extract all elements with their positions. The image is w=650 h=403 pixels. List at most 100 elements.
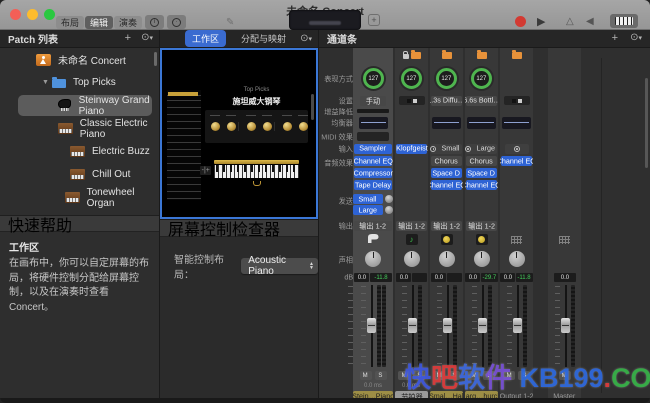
lcd-add-button[interactable]: + — [368, 14, 380, 26]
mode-button-layout[interactable]: 布局 — [56, 16, 84, 29]
mode-button-edit[interactable]: 编辑 — [85, 16, 113, 29]
strip-row-lat: 0.0 ms — [353, 381, 393, 390]
volume-fader[interactable] — [367, 285, 376, 367]
record-button[interactable] — [515, 16, 526, 27]
output-badge[interactable]: 输出 1-2 — [431, 221, 462, 231]
channel-strip[interactable]: 127 6.6s Bottl… Large Chorus Space D Channel … — [465, 48, 498, 403]
patch-item[interactable]: 未命名 Concert — [0, 48, 159, 71]
layout-popup[interactable]: Acoustic Piano ▲▼ — [241, 258, 318, 274]
keyboard-toggle-button[interactable] — [610, 14, 638, 28]
workspace-canvas[interactable]: Top Picks 施坦威大钢琴 -|+ — [160, 48, 318, 219]
patch-action-menu[interactable]: ⊙▾ — [141, 32, 153, 43]
tuner-icon[interactable]: △ — [566, 16, 574, 27]
patch-item[interactable]: Classic Electric Piano — [0, 117, 159, 140]
expression-knob[interactable]: 127 — [401, 68, 422, 89]
audio-effect-badge[interactable]: Compressor — [354, 168, 392, 178]
fader-cap[interactable] — [408, 318, 417, 333]
level-meter — [382, 285, 386, 367]
tab-assignments[interactable]: 分配与映射 — [234, 30, 293, 47]
patch-item[interactable]: Electric Buzz — [0, 140, 159, 163]
midi-effect-slot[interactable] — [357, 132, 389, 141]
input-bus-badge[interactable] — [505, 144, 529, 154]
lcd-display[interactable] — [289, 10, 361, 30]
input-plugin-badge[interactable]: Sampler — [354, 144, 392, 154]
plugin-subtitle: Top Picks — [226, 86, 288, 93]
send-knob[interactable] — [385, 206, 393, 214]
pan-knob[interactable] — [474, 251, 490, 267]
play-button[interactable]: ▶ — [537, 15, 545, 28]
label: -11.8 — [374, 274, 387, 281]
input-bus-badge[interactable]: Small — [431, 144, 462, 154]
expression-knob[interactable]: 127 — [436, 68, 457, 89]
pan-knob[interactable] — [439, 251, 455, 267]
channel-strip[interactable]: Channel EQ0.0-11.8MSOutput 1-2 — [500, 48, 533, 403]
folder-icon — [442, 52, 452, 59]
add-strip-button[interactable]: + — [612, 32, 618, 44]
canvas-scrollbar[interactable] — [311, 94, 314, 120]
mute-button[interactable]: M — [360, 371, 372, 380]
audio-effect-badge[interactable]: Channel EQ — [431, 180, 462, 190]
expression-knob[interactable]: 127 — [471, 68, 492, 89]
send-knob[interactable] — [385, 195, 393, 203]
volume-fader[interactable] — [478, 285, 487, 367]
volume-fader[interactable] — [443, 285, 452, 367]
eq-thumbnail[interactable] — [467, 117, 496, 129]
channel-strip[interactable]: 127Klopfgeist输出 1-2♪0.0 MS0.0 ms节拍器 — [395, 48, 428, 403]
info-panel-button[interactable]: i — [145, 15, 164, 29]
input-bus-badge[interactable]: Large — [466, 144, 497, 154]
add-patch-button[interactable]: + — [125, 32, 131, 44]
fader-cap[interactable] — [443, 318, 452, 333]
patch-item[interactable]: ▼Top Picks — [0, 71, 159, 94]
mode-button-perform[interactable]: 演奏 — [114, 16, 142, 29]
channel-strip[interactable]: 127 1.3s Diffu… Small Chorus Space D Channel … — [430, 48, 463, 403]
volume-fader[interactable] — [561, 285, 570, 367]
monitor-icon[interactable]: ◀ — [586, 16, 594, 27]
audio-effect-badge[interactable]: Tape Delay — [354, 180, 392, 190]
fader-cap[interactable] — [478, 318, 487, 333]
fader-cap[interactable] — [561, 318, 570, 333]
pan-knob[interactable] — [365, 251, 381, 267]
expression-knob[interactable]: 127 — [363, 68, 384, 89]
eq-thumbnail[interactable] — [359, 117, 388, 129]
channel-strip[interactable]: 0.0MMaster — [548, 48, 581, 403]
patch-list-scrollbar[interactable] — [154, 52, 157, 66]
input-plugin-badge[interactable]: Klopfgeist — [396, 144, 427, 154]
fader-cap[interactable] — [367, 318, 376, 333]
output-badge[interactable]: 输出 1-2 — [396, 221, 427, 231]
setting-badge[interactable]: 1.3s Diffu… — [431, 96, 462, 106]
patch-item[interactable]: Steinway Grand Piano — [0, 94, 159, 117]
send-badge[interactable]: Large — [353, 205, 383, 215]
audio-effect-badge[interactable]: Space D — [466, 168, 497, 178]
tab-workspace[interactable]: 工作区 — [185, 30, 226, 47]
fader-cap[interactable] — [513, 318, 522, 333]
strip-row-pan: 声相 — [321, 247, 353, 271]
eq-thumbnail[interactable] — [432, 117, 461, 129]
volume-fader[interactable] — [408, 285, 417, 367]
strip-action-menu[interactable]: ⊙▾ — [630, 32, 642, 43]
audio-effect-badge[interactable]: Chorus — [431, 156, 462, 166]
patch-item[interactable]: Chill Out — [0, 163, 159, 186]
label: 输出 1-2 — [468, 220, 495, 231]
audio-effect-badge[interactable]: Channel EQ — [501, 156, 532, 166]
timer-panel-button[interactable]: · — [167, 15, 186, 29]
strips-scrollbar[interactable] — [645, 78, 648, 168]
setting-toggle[interactable] — [504, 96, 530, 105]
eq-thumbnail[interactable] — [502, 117, 531, 129]
output-badge[interactable]: 输出 1-2 — [354, 221, 392, 231]
patch-item[interactable]: Tonewheel Organ — [0, 186, 159, 209]
setting-toggle[interactable] — [399, 96, 425, 105]
volume-fader[interactable] — [513, 285, 522, 367]
setting-badge[interactable]: 6.6s Bottl… — [466, 96, 497, 106]
channel-strip[interactable]: 127 手动 Sampler Channel EQ Compressor Tape Del… — [353, 48, 393, 403]
output-badge[interactable]: 输出 1-2 — [466, 221, 497, 231]
audio-effect-badge[interactable]: Channel EQ — [466, 180, 497, 190]
pan-knob[interactable] — [404, 251, 420, 267]
setting-badge[interactable]: 手动 — [360, 96, 386, 106]
solo-button[interactable]: S — [375, 371, 387, 380]
audio-effect-badge[interactable]: Channel EQ — [354, 156, 392, 166]
audio-effect-badge[interactable]: Space D — [431, 168, 462, 178]
send-badge[interactable]: Small — [353, 194, 382, 204]
pan-knob[interactable] — [509, 251, 525, 267]
workspace-action-menu[interactable]: ⊙▾ — [300, 33, 312, 44]
audio-effect-badge[interactable]: Chorus — [466, 156, 497, 166]
